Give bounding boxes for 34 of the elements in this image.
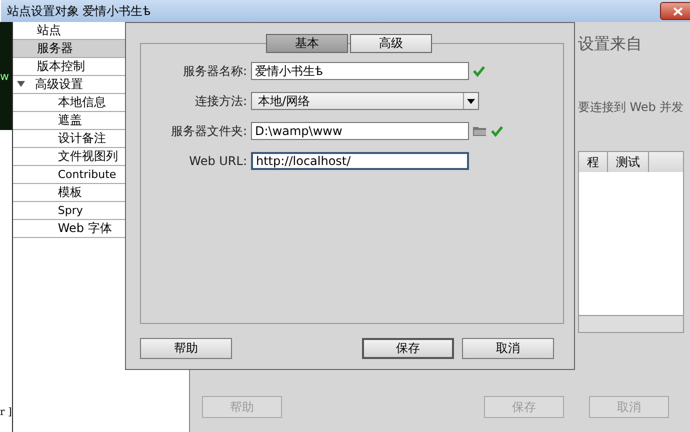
connection-select[interactable]: 本地/网络 (251, 92, 479, 110)
field-label: 服务器文件夹: (170, 122, 247, 140)
field-label: 服务器名称: (182, 62, 247, 80)
sidebar-item[interactable]: 模板 (12, 184, 126, 202)
sidebar-item[interactable]: 高级设置 (12, 76, 126, 94)
background-text: w (0, 70, 9, 82)
close-icon[interactable] (672, 6, 683, 16)
background-text: r ] (0, 407, 12, 418)
sidebar-item[interactable]: 站点 (12, 22, 126, 40)
sidebar-item[interactable]: 版本控制 (12, 58, 126, 76)
sidebar-item[interactable]: 服务器 (12, 40, 126, 58)
dialog-button[interactable]: 帮助 (140, 338, 232, 359)
sidebar-item[interactable]: 设计备注 (12, 130, 126, 148)
input-field[interactable]: D:\wamp\www (251, 122, 469, 140)
dropdown-icon[interactable] (463, 93, 478, 109)
panel-heading: 设置来自 (578, 34, 643, 55)
panel-description: 要连接到 Web 并发 (578, 99, 684, 116)
input-field[interactable]: 爱情小书生ѣ (251, 62, 469, 80)
input-field[interactable]: http://localhost/ (251, 152, 469, 170)
field-label: 连接方法: (194, 92, 247, 110)
column-header[interactable]: 程 (578, 152, 608, 172)
sidebar-item[interactable]: 遮盖 (12, 112, 126, 130)
column-header[interactable]: 测试 (608, 152, 649, 172)
window-title: 站点设置对象 爱情小书生ѣ (6, 2, 151, 20)
close-button[interactable] (660, 2, 690, 20)
tab[interactable]: 高级 (350, 34, 432, 53)
dialog-button[interactable]: 取消 (462, 338, 554, 359)
sidebar-item[interactable]: Web 字体 (12, 220, 126, 238)
tab[interactable]: 基本 (266, 34, 348, 53)
sidebar-item[interactable]: 本地信息 (12, 94, 126, 112)
field-label: Web URL: (188, 154, 247, 168)
folder-icon[interactable] (473, 125, 487, 137)
sidebar-item[interactable]: 文件视图列 (12, 148, 126, 166)
dialog-button[interactable]: 保存 (362, 338, 454, 359)
